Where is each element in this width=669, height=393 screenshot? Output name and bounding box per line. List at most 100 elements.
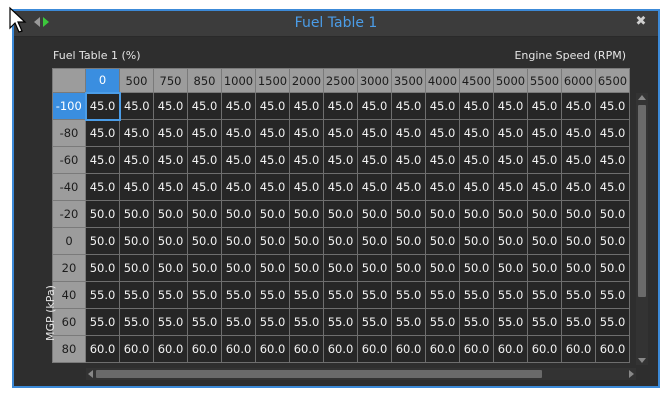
table-cell[interactable]: 55.0: [221, 308, 256, 336]
table-cell[interactable]: 50.0: [323, 227, 358, 255]
table-cell[interactable]: 45.0: [255, 92, 290, 120]
table-cell[interactable]: 55.0: [391, 308, 426, 336]
table-cell[interactable]: 45.0: [187, 119, 222, 147]
table-cell[interactable]: 45.0: [357, 119, 392, 147]
table-cell[interactable]: 50.0: [119, 200, 154, 228]
table-cell[interactable]: 50.0: [153, 254, 188, 282]
table-cell[interactable]: 45.0: [391, 173, 426, 201]
table-cell[interactable]: 45.0: [85, 173, 120, 201]
table-cell[interactable]: 50.0: [221, 200, 256, 228]
table-cell[interactable]: 50.0: [459, 227, 494, 255]
table-cell[interactable]: 45.0: [221, 146, 256, 174]
table-cell[interactable]: 50.0: [85, 227, 120, 255]
column-header[interactable]: 0: [85, 68, 120, 93]
table-cell[interactable]: 45.0: [187, 92, 222, 120]
table-cell[interactable]: 55.0: [527, 281, 562, 309]
column-header[interactable]: 750: [153, 68, 188, 93]
table-cell[interactable]: 55.0: [221, 281, 256, 309]
table-cell[interactable]: 45.0: [561, 173, 596, 201]
table-cell[interactable]: 60.0: [323, 335, 358, 363]
table-cell[interactable]: 60.0: [85, 335, 120, 363]
scroll-up-icon[interactable]: [638, 95, 646, 100]
column-header[interactable]: 500: [119, 68, 154, 93]
table-cell[interactable]: 45.0: [153, 119, 188, 147]
table-cell[interactable]: 50.0: [187, 200, 222, 228]
table-cell[interactable]: 50.0: [187, 227, 222, 255]
table-cell[interactable]: 50.0: [561, 200, 596, 228]
table-cell[interactable]: 50.0: [459, 254, 494, 282]
table-cell[interactable]: 55.0: [425, 281, 460, 309]
table-cell[interactable]: 50.0: [425, 227, 460, 255]
table-cell[interactable]: 55.0: [119, 308, 154, 336]
table-cell[interactable]: 50.0: [425, 254, 460, 282]
row-header[interactable]: 20: [52, 254, 86, 282]
table-cell[interactable]: 50.0: [85, 200, 120, 228]
table-cell[interactable]: 45.0: [493, 173, 528, 201]
table-cell[interactable]: 45.0: [187, 146, 222, 174]
table-cell[interactable]: 45.0: [493, 92, 528, 120]
table-cell[interactable]: 60.0: [187, 335, 222, 363]
table-cell[interactable]: 45.0: [459, 173, 494, 201]
table-cell[interactable]: 60.0: [527, 335, 562, 363]
column-header[interactable]: 4500: [459, 68, 494, 93]
table-cell[interactable]: 45.0: [459, 146, 494, 174]
table-cell[interactable]: 60.0: [255, 335, 290, 363]
scroll-right-icon[interactable]: [629, 370, 634, 378]
title-bar[interactable]: Fuel Table 1 ✖: [14, 11, 658, 37]
table-cell[interactable]: 45.0: [493, 119, 528, 147]
scroll-down-icon[interactable]: [638, 358, 646, 363]
table-cell[interactable]: 50.0: [561, 227, 596, 255]
table-cell[interactable]: 45.0: [255, 146, 290, 174]
table-cell[interactable]: 55.0: [85, 308, 120, 336]
table-cell[interactable]: 45.0: [561, 146, 596, 174]
table-cell[interactable]: 50.0: [493, 254, 528, 282]
table-cell[interactable]: 45.0: [153, 92, 188, 120]
table-cell[interactable]: 45.0: [289, 146, 324, 174]
column-header[interactable]: 3000: [357, 68, 392, 93]
table-cell[interactable]: 45.0: [493, 146, 528, 174]
table-cell[interactable]: 50.0: [119, 227, 154, 255]
table-cell[interactable]: 55.0: [561, 308, 596, 336]
row-header[interactable]: -60: [52, 146, 86, 174]
column-header[interactable]: 5500: [527, 68, 562, 93]
table-cell[interactable]: 50.0: [391, 200, 426, 228]
table-cell[interactable]: 50.0: [255, 227, 290, 255]
vertical-scroll-thumb[interactable]: [638, 105, 646, 297]
table-cell[interactable]: 50.0: [289, 200, 324, 228]
table-cell[interactable]: 45.0: [255, 119, 290, 147]
table-cell[interactable]: 55.0: [595, 308, 630, 336]
table-cell[interactable]: 60.0: [459, 335, 494, 363]
table-cell[interactable]: 55.0: [391, 281, 426, 309]
table-cell[interactable]: 55.0: [323, 308, 358, 336]
table-cell[interactable]: 55.0: [323, 281, 358, 309]
table-cell[interactable]: 50.0: [153, 227, 188, 255]
table-cell[interactable]: 50.0: [357, 200, 392, 228]
row-header[interactable]: 0: [52, 227, 86, 255]
table-cell[interactable]: 45.0: [289, 92, 324, 120]
table-cell[interactable]: 45.0: [323, 92, 358, 120]
vertical-scrollbar[interactable]: [636, 93, 648, 365]
table-cell[interactable]: 50.0: [493, 200, 528, 228]
table-cell[interactable]: 60.0: [425, 335, 460, 363]
table-cell[interactable]: 45.0: [527, 146, 562, 174]
table-cell[interactable]: 50.0: [391, 254, 426, 282]
table-cell[interactable]: 45.0: [221, 173, 256, 201]
row-header[interactable]: -40: [52, 173, 86, 201]
table-cell[interactable]: 50.0: [323, 200, 358, 228]
table-cell[interactable]: 45.0: [459, 92, 494, 120]
table-cell[interactable]: 45.0: [527, 173, 562, 201]
table-cell[interactable]: 55.0: [493, 281, 528, 309]
table-cell[interactable]: 45.0: [119, 119, 154, 147]
table-cell[interactable]: 50.0: [323, 254, 358, 282]
table-cell[interactable]: 55.0: [187, 308, 222, 336]
table-cell[interactable]: 45.0: [255, 173, 290, 201]
table-cell[interactable]: 60.0: [595, 335, 630, 363]
table-cell[interactable]: 50.0: [357, 254, 392, 282]
table-cell[interactable]: 55.0: [357, 308, 392, 336]
table-cell[interactable]: 50.0: [527, 254, 562, 282]
table-cell[interactable]: 45.0: [527, 119, 562, 147]
table-cell[interactable]: 55.0: [459, 281, 494, 309]
column-header[interactable]: 2500: [323, 68, 358, 93]
table-cell[interactable]: 50.0: [595, 254, 630, 282]
table-cell[interactable]: 45.0: [425, 119, 460, 147]
